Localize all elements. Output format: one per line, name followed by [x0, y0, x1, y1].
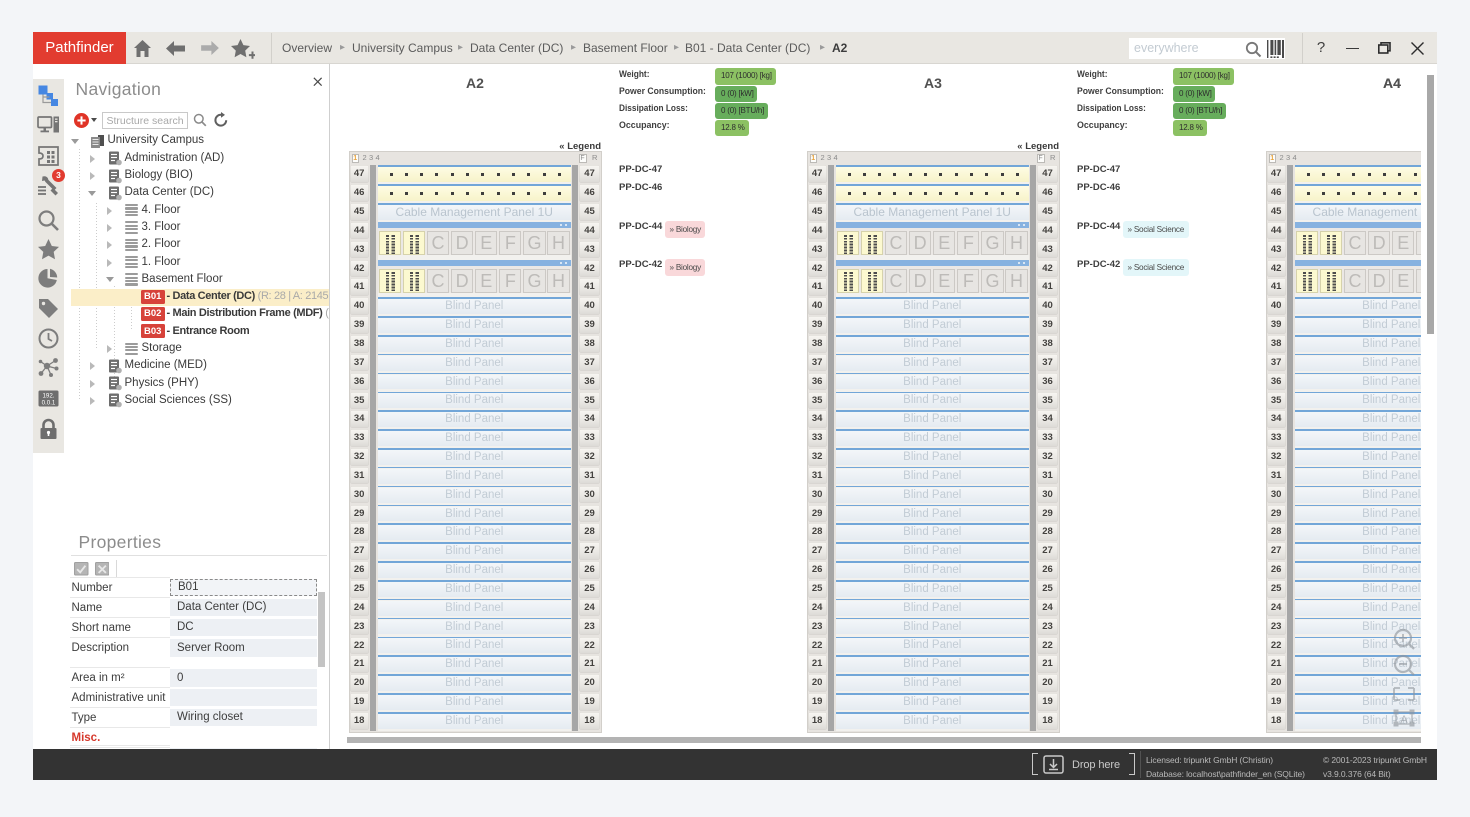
svg-text:A: A [1400, 714, 1408, 726]
svg-text:0.0.1: 0.0.1 [42, 400, 56, 407]
svg-text:192.: 192. [42, 393, 54, 400]
